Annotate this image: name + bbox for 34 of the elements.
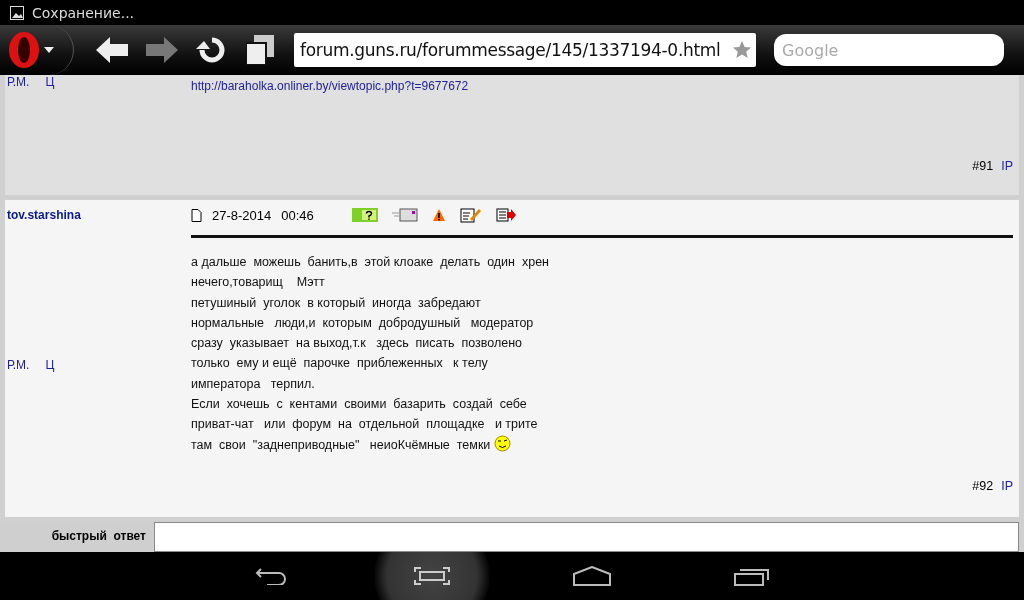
home-icon[interactable]: [573, 566, 611, 586]
profile-link[interactable]: Ц: [45, 358, 55, 372]
notification-text: Сохранение...: [32, 4, 135, 21]
star-icon[interactable]: [732, 40, 752, 60]
post-date: 27-8-2014: [212, 207, 272, 223]
profile-link[interactable]: Р.М.: [7, 75, 30, 89]
post-time: 00:46: [281, 207, 314, 223]
profile-link[interactable]: Ц: [45, 75, 55, 89]
image-icon: [10, 5, 24, 20]
fullscreen-icon[interactable]: [414, 567, 450, 585]
back-icon[interactable]: [255, 567, 289, 585]
edit-icon[interactable]: [459, 207, 482, 223]
recent-apps-icon[interactable]: [734, 566, 770, 586]
warning-icon[interactable]: [431, 208, 446, 222]
tabs-icon[interactable]: [246, 35, 274, 65]
post-number: #92: [972, 479, 994, 493]
quick-reply-label: быстрый ответ: [50, 528, 147, 545]
ip-link[interactable]: IP: [1001, 159, 1013, 173]
profile-link[interactable]: Р.М.: [7, 358, 30, 372]
search-field[interactable]: Google: [774, 34, 1004, 66]
post-text: а дальше можешь банить,в этой клоаке делать один хрен нечего,товарищ Мэтт петушиный уголок в который иногда забредают нормальные люди,и которым добродушный модератор сразу указывает на выход,т.к здесь писать позволено только ему и ещё парочке приблеженных к телу императора терпил. Если хочешь с кентами своими базарить создай себе приват-чат или форум на отдельной площадке и трите там свои "заднеприводные" неиоКчёмные темки: [191, 254, 550, 454]
back-icon[interactable]: [96, 37, 128, 63]
ip-link[interactable]: IP: [1001, 479, 1013, 493]
forward-icon[interactable]: [146, 37, 178, 63]
envelope-icon[interactable]: [391, 208, 418, 222]
body-link[interactable]: http://baraholka.onliner.by/viewtopic.php?t=9677672: [191, 79, 1013, 93]
quote-icon[interactable]: [495, 208, 516, 222]
address-field[interactable]: forum.guns.ru/forummessage/145/1337194-0.html: [294, 33, 756, 67]
document-icon: [191, 208, 202, 222]
o-logo-icon: [8, 31, 40, 69]
post-number: #91: [972, 159, 994, 173]
author-name[interactable]: tov.starshina: [7, 208, 191, 222]
help-icon[interactable]: [351, 208, 378, 222]
caret-icon: [44, 47, 54, 53]
